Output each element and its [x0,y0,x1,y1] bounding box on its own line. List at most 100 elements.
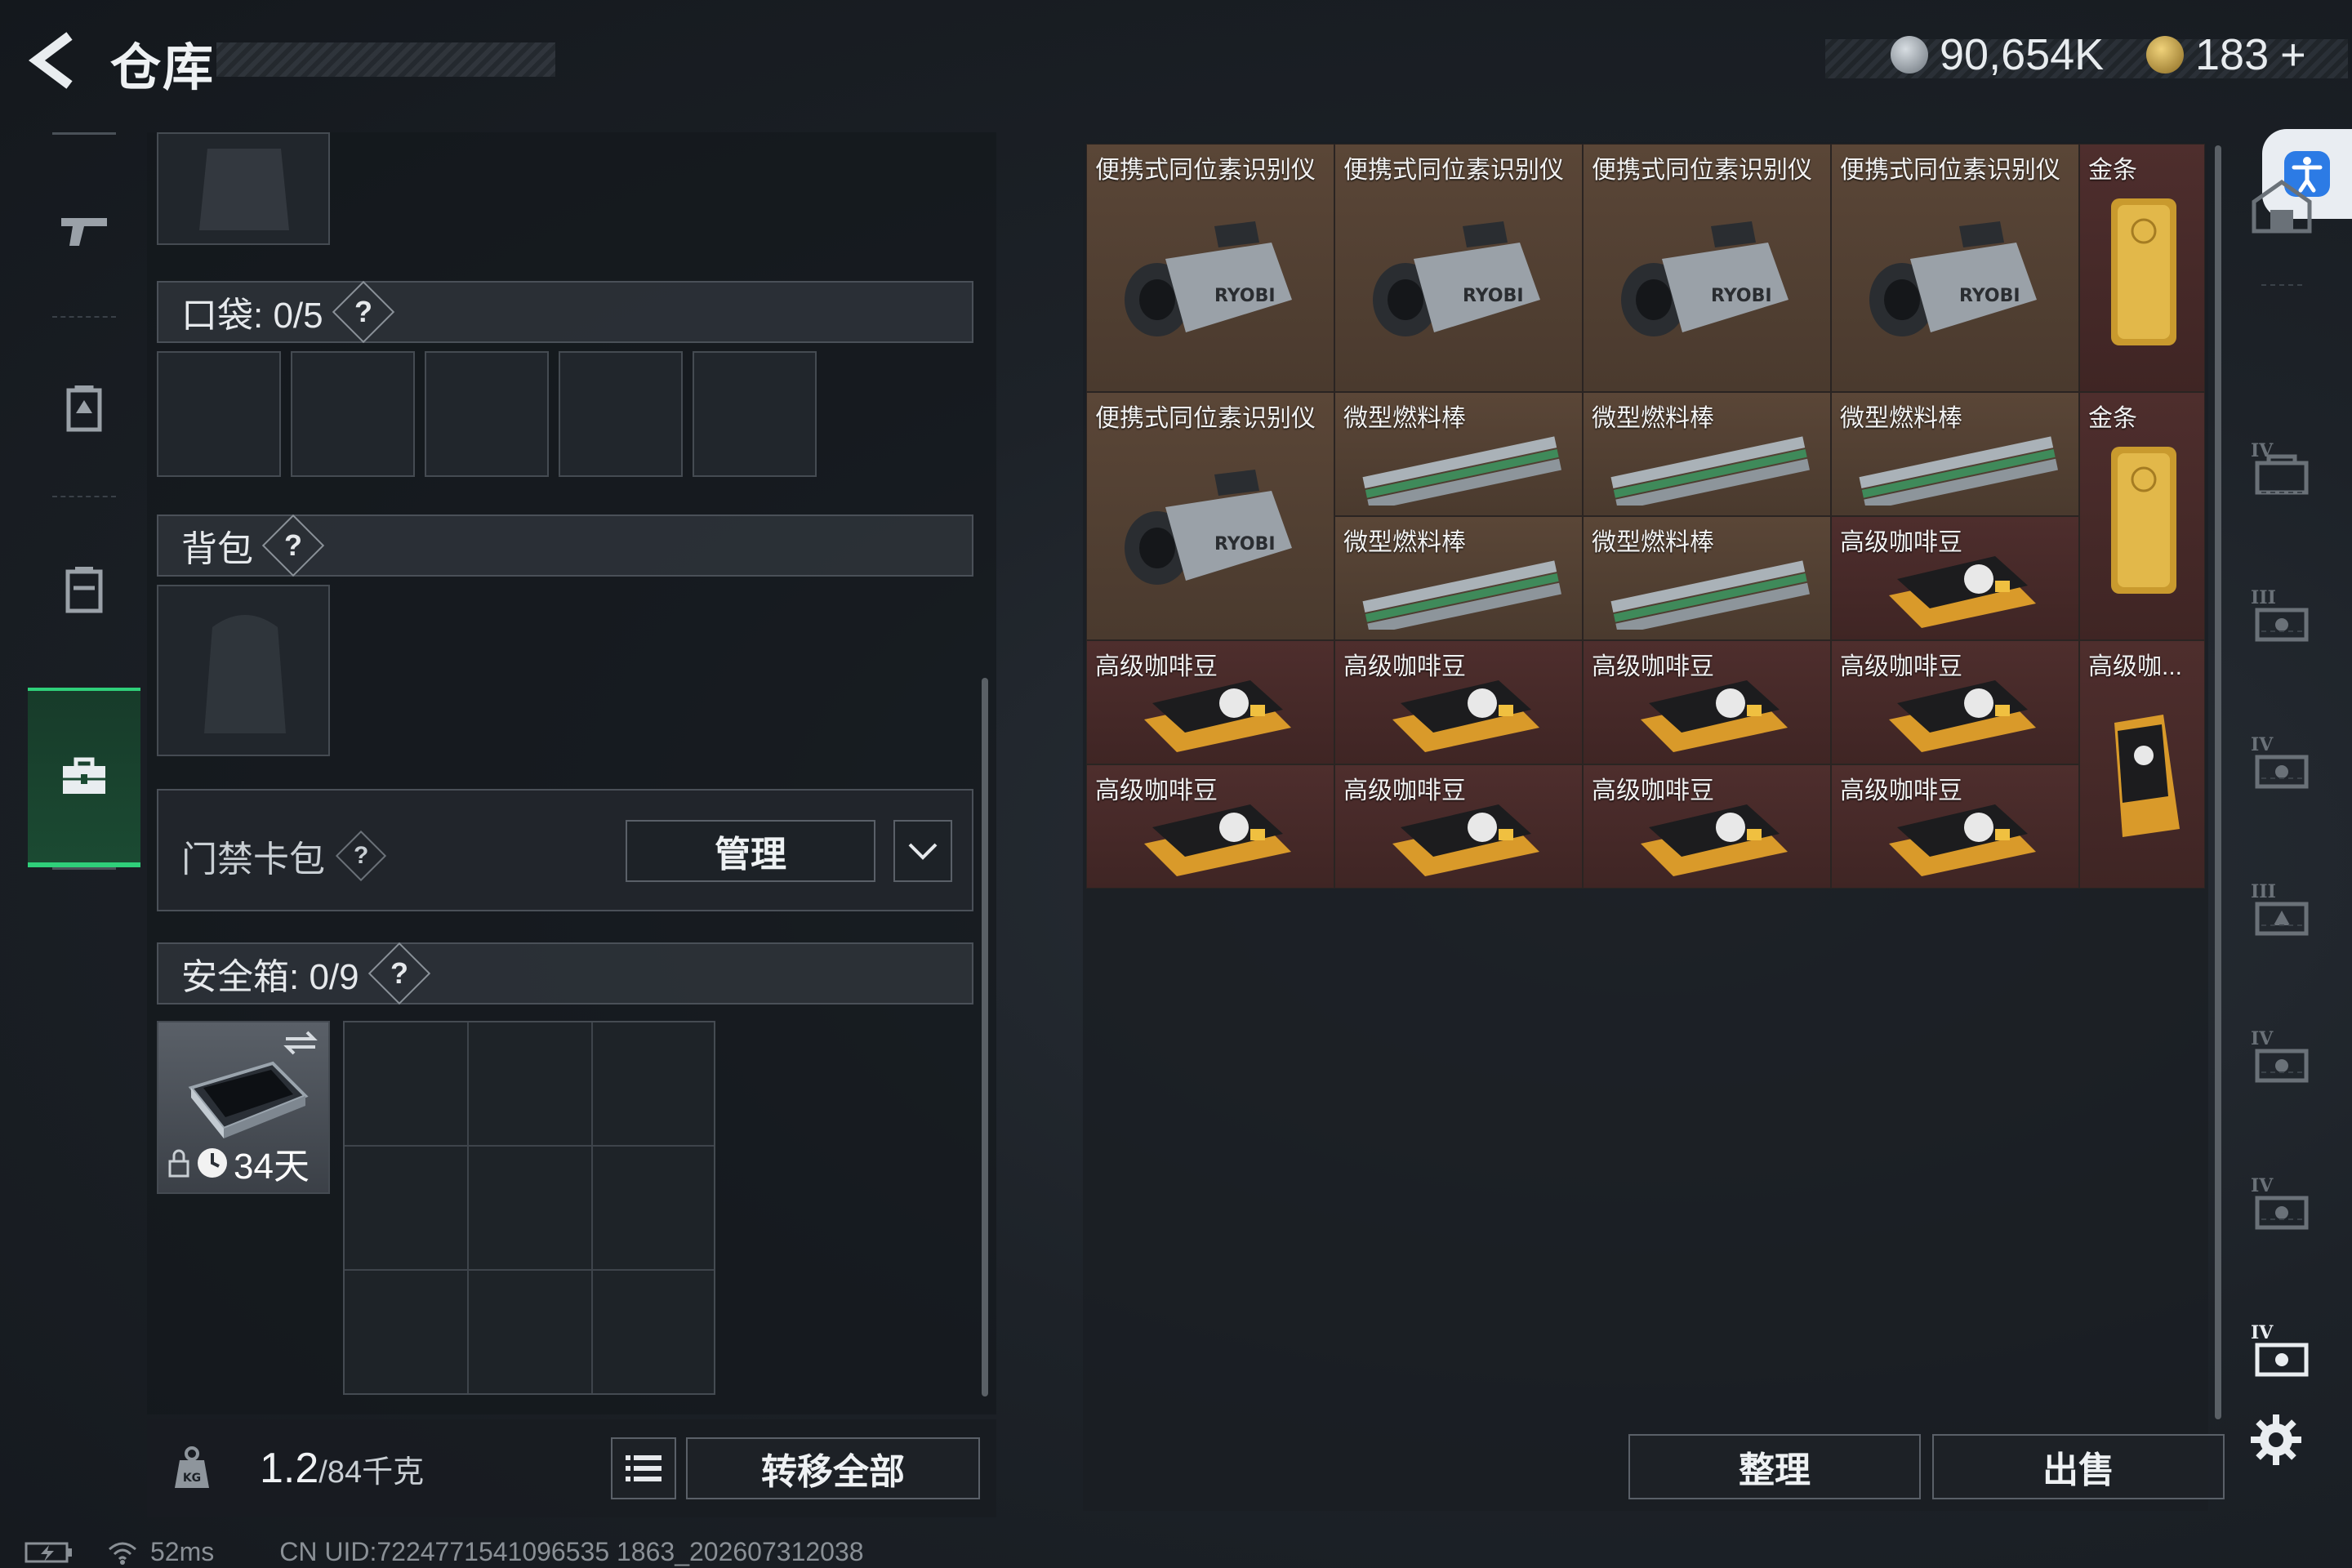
rail-divider [2261,492,2302,493]
storage-tab-icon: III [2251,587,2309,642]
safe-help-icon[interactable]: ? [368,942,430,1005]
svg-text:RYOBI: RYOBI [1711,286,1772,306]
status-bar: 52ms CN UID:7224771541096535 1863_202607… [24,1537,864,1567]
rail-tab-storage-4b[interactable]: IV [2225,688,2339,835]
rail-item-armor[interactable] [28,328,140,492]
item-premium-coffee[interactable]: 高级咖啡豆 [1831,640,2079,764]
manage-button[interactable]: 管理 [626,820,875,882]
fuel-rod-icon [1362,436,1561,506]
item-premium-coffee[interactable]: 高级咖啡豆 [1831,516,2079,640]
currency-premium[interactable]: 183 + [2146,29,2306,80]
currency-coins[interactable]: 90,654K [1891,29,2104,80]
backpack-slot[interactable] [157,585,330,756]
keycard-help-icon[interactable]: ? [335,830,387,882]
item-micro-fuel-rod[interactable]: 微型燃料棒 [1583,516,1831,640]
pocket-slot[interactable] [157,351,281,477]
rail-tab-storage-3b[interactable]: III [2225,835,2339,982]
safe-timer: 34天 [234,1147,310,1187]
item-gold-bar[interactable]: 金条 [2079,392,2205,640]
item-name: 金条 [2088,157,2137,184]
item-premium-coffee[interactable]: 高级咖啡豆 [1334,764,1583,889]
item-isotope-identifier[interactable]: 便携式同位素识别仪 RYOBI [1831,144,2079,392]
item-micro-fuel-rod[interactable]: 微型燃料棒 [1831,392,2079,516]
coin-amount: 90,654K [1940,30,2105,79]
clock-icon [198,1148,227,1178]
grid-line [591,1022,593,1393]
rail-divider [2261,1218,2302,1220]
item-gold-bar[interactable]: 金条 [2079,144,2205,392]
fuel-rod-icon [1362,560,1561,630]
premium-coin-icon [2146,36,2184,74]
rail-tab-storage-3a[interactable]: III [2225,541,2339,688]
back-arrow-icon[interactable] [24,29,82,91]
list-view-button[interactable] [611,1437,676,1499]
item-premium-coffee[interactable]: 高级咖啡豆 [1583,764,1831,889]
left-scrollbar[interactable] [982,678,988,1396]
ping-indicator: 52ms [106,1537,214,1567]
coffee-box-icon [1889,680,2036,752]
backpack-help-icon[interactable]: ? [261,514,325,577]
item-micro-fuel-rod[interactable]: 微型燃料棒 [1583,392,1831,516]
pocket-slot[interactable] [559,351,683,477]
premium-plus[interactable]: + [2280,29,2306,80]
rail-item-container[interactable] [28,688,140,867]
svg-text:RYOBI: RYOBI [1214,286,1276,306]
safe-grid[interactable] [343,1021,715,1395]
rail-tab-storage-4a[interactable]: IV [2225,394,2339,541]
rail-item-rig[interactable] [28,508,140,671]
isotope-device-icon: RYOBI [1621,221,1788,336]
rail-divider [52,132,116,135]
item-isotope-identifier[interactable]: 便携式同位素识别仪 RYOBI [1086,144,1334,392]
svg-text:KG: KG [183,1472,201,1485]
item-isotope-identifier[interactable]: 便携式同位素识别仪 RYOBI [1583,144,1831,392]
isotope-device-icon: RYOBI [1869,221,2037,336]
swap-icon[interactable] [283,1031,318,1055]
grid-line [345,1269,714,1271]
item-micro-fuel-rod[interactable]: 微型燃料棒 [1334,392,1583,516]
item-premium-coffee[interactable]: 高级咖啡豆 [1086,640,1334,764]
item-premium-coffee[interactable]: 高级咖啡豆 [1086,764,1334,889]
item-micro-fuel-rod[interactable]: 微型燃料棒 [1334,516,1583,640]
pocket-slot[interactable] [291,351,415,477]
item-name: 微型燃料棒 [1343,529,1466,556]
item-premium-coffee[interactable]: 高级咖啡豆 [1831,764,2079,889]
gear-icon[interactable] [2247,1411,2305,1468]
rail-tab-storage-4d[interactable]: IV [2225,1129,2339,1276]
sort-button[interactable]: 整理 [1628,1434,1921,1499]
ping-value: 52ms [150,1537,215,1566]
rail-tab-storage-4c[interactable]: IV [2225,982,2339,1129]
safe-case-icon [188,1061,309,1138]
keycard-expand-button[interactable] [893,820,952,882]
item-name: 便携式同位素识别仪 [1840,157,2060,184]
item-premium-coffee-bag[interactable]: 高级咖... [2079,640,2205,889]
item-isotope-identifier[interactable]: 便携式同位素识别仪 RYOBI [1086,392,1334,640]
storage-tab-icon: IV [2251,440,2309,495]
warehouse-scrollbar[interactable] [2215,145,2221,1419]
pocket-slot[interactable] [425,351,549,477]
storage-tab-icon: IV [2251,1175,2309,1230]
transfer-all-button[interactable]: 转移全部 [686,1437,980,1499]
coffee-box-icon [1641,680,1788,752]
rail-item-weapons[interactable] [28,149,140,312]
weight-bar: KG 1.2 /84千克 转移全部 [147,1419,996,1517]
weight-readout: 1.2 /84千克 [260,1444,424,1493]
isotope-device-icon: RYOBI [1125,221,1292,336]
rail-divider [2261,924,2302,926]
rail-tab-all[interactable] [2225,132,2339,279]
item-premium-coffee[interactable]: 高级咖啡豆 [1583,640,1831,764]
backpack-header: 背包 ? [157,514,973,577]
sell-button[interactable]: 出售 [1932,1434,2225,1499]
svg-text:RYOBI: RYOBI [1214,534,1276,555]
rail-tab-storage-4e-active[interactable]: IV [2225,1276,2339,1423]
rail-divider [52,496,116,497]
rail-divider [2261,284,2302,286]
svg-text:IV: IV [2251,1322,2274,1343]
equipment-slot[interactable] [157,132,330,245]
pocket-help-icon[interactable]: ? [332,280,394,344]
warehouse-tab-rail: IV III IV III IV IV IV [2225,132,2339,1406]
item-premium-coffee[interactable]: 高级咖啡豆 [1334,640,1583,764]
safe-timer-row: 34天 [167,1137,310,1189]
safe-case-slot[interactable]: 34天 [157,1021,330,1194]
item-isotope-identifier[interactable]: 便携式同位素识别仪 RYOBI [1334,144,1583,392]
pocket-slot[interactable] [693,351,817,477]
